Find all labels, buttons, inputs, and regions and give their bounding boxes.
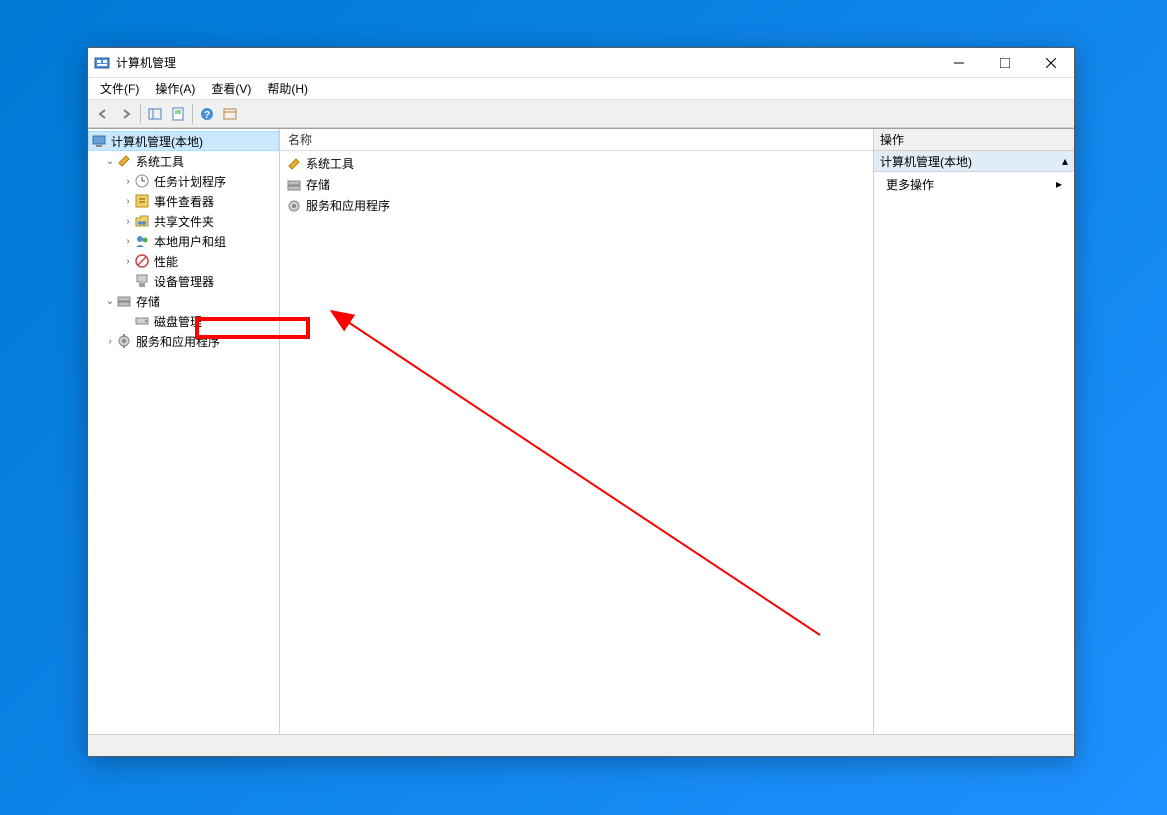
list-item-services[interactable]: 服务和应用程序	[284, 195, 869, 216]
window-title: 计算机管理	[116, 54, 176, 71]
back-button[interactable]	[92, 103, 114, 125]
action-section[interactable]: 计算机管理(本地) ▴	[874, 151, 1074, 172]
event-icon	[134, 193, 150, 209]
tree-label: 设备管理器	[154, 273, 214, 290]
storage-icon	[286, 177, 302, 193]
tree-root[interactable]: 计算机管理(本地)	[88, 131, 279, 151]
tools-icon	[286, 156, 302, 172]
refresh-button[interactable]	[219, 103, 241, 125]
collapse-icon[interactable]: ⌄	[104, 296, 116, 307]
tree-label: 磁盘管理	[154, 313, 202, 330]
menu-view[interactable]: 查看(V)	[203, 78, 259, 99]
tree-label: 存储	[136, 293, 160, 310]
list-label: 系统工具	[306, 155, 354, 172]
tree-shared-folders[interactable]: › 共享文件夹	[88, 211, 279, 231]
tree-storage[interactable]: ⌄ 存储	[88, 291, 279, 311]
expand-icon[interactable]: ›	[122, 176, 134, 187]
tree-label: 性能	[154, 253, 178, 270]
app-icon	[94, 55, 110, 71]
titlebar: 计算机管理	[88, 48, 1074, 78]
forward-button[interactable]	[115, 103, 137, 125]
tree-label: 计算机管理(本地)	[111, 133, 203, 150]
tree-label: 服务和应用程序	[136, 333, 220, 350]
action-header: 操作	[874, 129, 1074, 151]
action-section-title: 计算机管理(本地)	[880, 153, 972, 170]
expand-icon[interactable]: ›	[122, 196, 134, 207]
statusbar	[88, 734, 1074, 756]
expand-icon[interactable]: ›	[122, 236, 134, 247]
tree-task-scheduler[interactable]: › 任务计划程序	[88, 171, 279, 191]
tree-label: 任务计划程序	[154, 173, 226, 190]
tree-label: 本地用户和组	[154, 233, 226, 250]
services-icon	[116, 333, 132, 349]
content-area: 计算机管理(本地) ⌄ 系统工具 › 任务计划程序 › 事件查看器 › 共享文件…	[88, 128, 1074, 734]
submenu-arrow-icon: ▸	[1056, 177, 1062, 191]
expand-icon[interactable]: ›	[122, 256, 134, 267]
show-hide-tree-button[interactable]	[144, 103, 166, 125]
disk-icon	[134, 313, 150, 329]
clock-icon	[134, 173, 150, 189]
list-item-systools[interactable]: 系统工具	[284, 153, 869, 174]
storage-icon	[116, 293, 132, 309]
list-header-name[interactable]: 名称	[280, 129, 873, 151]
maximize-button[interactable]	[982, 48, 1028, 78]
minimize-button[interactable]	[936, 48, 982, 78]
expand-icon[interactable]: ›	[122, 216, 134, 227]
tree-label: 系统工具	[136, 153, 184, 170]
shared-folder-icon	[134, 213, 150, 229]
action-more[interactable]: 更多操作 ▸	[874, 172, 1074, 196]
list-label: 服务和应用程序	[306, 197, 390, 214]
collapse-icon[interactable]: ⌄	[104, 156, 116, 167]
help-button[interactable]: ?	[196, 103, 218, 125]
toolbar: ?	[88, 100, 1074, 128]
tree-pane: 计算机管理(本地) ⌄ 系统工具 › 任务计划程序 › 事件查看器 › 共享文件…	[88, 129, 280, 734]
computer-icon	[91, 133, 107, 149]
tree-disk-management[interactable]: › 磁盘管理	[88, 311, 279, 331]
tree-label: 共享文件夹	[154, 213, 214, 230]
list-item-storage[interactable]: 存储	[284, 174, 869, 195]
users-icon	[134, 233, 150, 249]
tree-services-apps[interactable]: › 服务和应用程序	[88, 331, 279, 351]
tree-device-manager[interactable]: › 设备管理器	[88, 271, 279, 291]
menubar: 文件(F) 操作(A) 查看(V) 帮助(H)	[88, 78, 1074, 100]
properties-button[interactable]	[167, 103, 189, 125]
computer-management-window: 计算机管理 文件(F) 操作(A) 查看(V) 帮助(H) ? 计算机管理(本地…	[87, 47, 1075, 757]
performance-icon	[134, 253, 150, 269]
collapse-arrow-icon: ▴	[1062, 154, 1068, 168]
tree-label: 事件查看器	[154, 193, 214, 210]
list-label: 存储	[306, 176, 330, 193]
menu-action[interactable]: 操作(A)	[147, 78, 203, 99]
list-pane: 名称 系统工具 存储 服务和应用程序	[280, 129, 874, 734]
tree-local-users[interactable]: › 本地用户和组	[88, 231, 279, 251]
tree-performance[interactable]: › 性能	[88, 251, 279, 271]
tools-icon	[116, 153, 132, 169]
action-pane: 操作 计算机管理(本地) ▴ 更多操作 ▸	[874, 129, 1074, 734]
svg-text:?: ?	[204, 110, 210, 121]
action-label: 更多操作	[886, 176, 934, 193]
device-manager-icon	[134, 273, 150, 289]
expand-icon[interactable]: ›	[104, 336, 116, 347]
services-icon	[286, 198, 302, 214]
list-body: 系统工具 存储 服务和应用程序	[280, 151, 873, 734]
tree-event-viewer[interactable]: › 事件查看器	[88, 191, 279, 211]
close-button[interactable]	[1028, 48, 1074, 78]
menu-help[interactable]: 帮助(H)	[259, 78, 316, 99]
menu-file[interactable]: 文件(F)	[92, 78, 147, 99]
toolbar-separator	[192, 104, 193, 124]
toolbar-separator	[140, 104, 141, 124]
tree-systools[interactable]: ⌄ 系统工具	[88, 151, 279, 171]
